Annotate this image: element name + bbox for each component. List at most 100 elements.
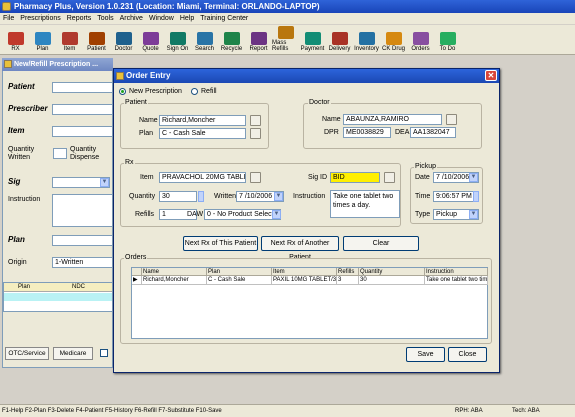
toolbar-button-payment[interactable]: Payment (299, 25, 326, 53)
medicare-checkbox[interactable] (100, 349, 108, 357)
sig-id-label: Sig ID (308, 174, 328, 181)
orders-group-label: Orders (124, 254, 148, 261)
pickup-date-dropdown-arrow-icon[interactable]: ▼ (469, 173, 478, 182)
refill-label: Refill (201, 88, 217, 95)
save-button[interactable]: Save (406, 347, 445, 362)
toolbar-label: Plan (36, 46, 49, 52)
refill-radio[interactable] (191, 88, 198, 95)
table-cell-plan[interactable]: C - Cash Sale (207, 276, 272, 285)
toolbar-button-patient[interactable]: Patient (83, 25, 110, 53)
toolbar-button-rx[interactable]: RX (2, 25, 29, 53)
toolbar-button-report[interactable]: Report (245, 25, 272, 53)
status-bar: F1-Help F2-Plan F3-Delete F4-Patient F5-… (0, 404, 575, 417)
orders-name-header: Name (142, 268, 207, 276)
item-label: Item (8, 126, 25, 135)
menu-archive[interactable]: Archive (120, 13, 143, 24)
patient-name-input[interactable]: Richard,Moncher (159, 115, 246, 126)
menu-file[interactable]: File (3, 13, 14, 24)
rph-status: RPH: ABA (455, 408, 483, 414)
menu-reports[interactable]: Reports (67, 13, 92, 24)
instruction-label: Instruction (8, 196, 41, 203)
close-button[interactable]: Close (448, 347, 487, 362)
sig-id-input[interactable]: BID (330, 172, 380, 183)
table-cell-item[interactable]: PAXIL 10MG TABLET/3 (272, 276, 337, 285)
toolbar-button-recycle[interactable]: Recycle (218, 25, 245, 53)
toolbar-button-inventory[interactable]: Inventory (353, 25, 380, 53)
time-spinner[interactable] (473, 191, 479, 202)
new-prescription-radio[interactable] (119, 88, 126, 95)
item-search-icon[interactable] (250, 172, 261, 183)
quantity-label-dialog: Quantity (129, 193, 156, 200)
instruction-textarea-dialog[interactable]: Take one tablet two times a day. (330, 190, 400, 218)
table-cell-refills[interactable]: 3 (337, 276, 359, 285)
plan-icon (34, 32, 51, 45)
quantity-input-dialog[interactable]: 30 (159, 191, 197, 202)
toolbar-button-mass-refills[interactable]: Mass Refills (272, 25, 299, 53)
plan-search-icon[interactable] (250, 128, 261, 139)
otc-service-tab[interactable]: OTC/Service (5, 347, 49, 360)
menu-tools[interactable]: Tools (97, 13, 113, 24)
daw-select[interactable]: 0 - No Product Selection I (204, 209, 281, 220)
doctor-group (303, 103, 482, 149)
toolbar-label: Mass Refills (272, 40, 289, 52)
toolbar-button-orders[interactable]: Orders (407, 25, 434, 53)
rx-icon (7, 32, 24, 45)
next-rx-this-patient-button[interactable]: Next Rx of This Patient (183, 236, 258, 251)
toolbar-button-delivery[interactable]: Delivery (326, 25, 353, 53)
prescriber-input[interactable] (52, 104, 113, 115)
plan-input[interactable] (52, 235, 113, 246)
quantity-dispense-label: Quantity Dispense (70, 146, 100, 161)
item-input[interactable] (52, 126, 113, 137)
table-row[interactable]: Richard,Moncher (142, 276, 207, 285)
to-do-icon (439, 32, 456, 45)
sig-dropdown-arrow-icon[interactable]: ▼ (100, 178, 109, 187)
dea-input[interactable]: AA1382047 (410, 127, 456, 138)
time-label: Time (415, 193, 431, 200)
doctor-name-input[interactable]: ABAUNZA,RAMIRO (343, 114, 442, 125)
doctor-search-icon[interactable] (446, 114, 457, 125)
close-icon[interactable]: ✕ (485, 70, 497, 81)
toolbar-label: Doctor (114, 46, 133, 52)
orders-refills-header: Refills (337, 268, 359, 276)
origin-select[interactable]: 1-Written (52, 257, 113, 268)
quantity-written-input[interactable] (53, 148, 67, 159)
dpr-input[interactable]: ME0038829 (343, 127, 391, 138)
menu-window[interactable]: Window (149, 13, 174, 24)
row-selector-header (132, 268, 142, 276)
pickup-type-dropdown-arrow-icon[interactable]: ▼ (469, 210, 478, 219)
rx-group-label: Rx (124, 159, 135, 166)
toolbar-button-to-do[interactable]: To Do (434, 25, 461, 53)
patient-search-icon[interactable] (250, 115, 261, 126)
toolbar-button-ck-drug[interactable]: CK Drug (380, 25, 407, 53)
patient-icon (88, 32, 105, 45)
daw-dropdown-arrow-icon[interactable]: ▼ (272, 210, 281, 219)
main-toolbar: RX Plan Item Patient Doctor Quote Sign On Searc… (0, 25, 575, 55)
toolbar-button-doctor[interactable]: Doctor (110, 25, 137, 53)
toolbar-button-sign-on[interactable]: Sign On (164, 25, 191, 53)
instruction-textarea[interactable] (52, 194, 113, 227)
item-input-dialog[interactable]: PRAVACHOL 20MG TABLET/3517805 (159, 172, 246, 183)
toolbar-button-plan[interactable]: Plan (29, 25, 56, 53)
plan-label-dialog: Plan (139, 130, 154, 137)
menu-prescriptions[interactable]: Prescriptions (20, 13, 60, 24)
written-label: Written (214, 193, 237, 200)
sig-search-icon[interactable] (384, 172, 395, 183)
menu-training-center[interactable]: Training Center (200, 13, 248, 24)
payment-icon (304, 32, 321, 45)
toolbar-button-item[interactable]: Item (56, 25, 83, 53)
toolbar-button-quote[interactable]: Quote (137, 25, 164, 53)
toolbar-button-search[interactable]: Search (191, 25, 218, 53)
next-rx-another-patient-button[interactable]: Next Rx of Another Patient (261, 236, 339, 261)
toolbar-label: RX (11, 46, 20, 52)
plan-ndc-grid: Plan NDC (3, 282, 113, 312)
written-dropdown-arrow-icon[interactable]: ▼ (274, 192, 283, 201)
medicare-tab[interactable]: Medicare (53, 347, 93, 360)
item-label-dialog: Item (140, 174, 154, 181)
plan-input-dialog[interactable]: C - Cash Sale (159, 128, 246, 139)
table-cell-instruction[interactable]: Take one tablet two tim (425, 276, 488, 285)
quantity-spinner[interactable] (198, 191, 204, 202)
patient-input[interactable] (52, 82, 113, 93)
clear-button[interactable]: Clear (343, 236, 419, 251)
menu-help[interactable]: Help (180, 13, 194, 24)
table-cell-quantity[interactable]: 30 (359, 276, 425, 285)
